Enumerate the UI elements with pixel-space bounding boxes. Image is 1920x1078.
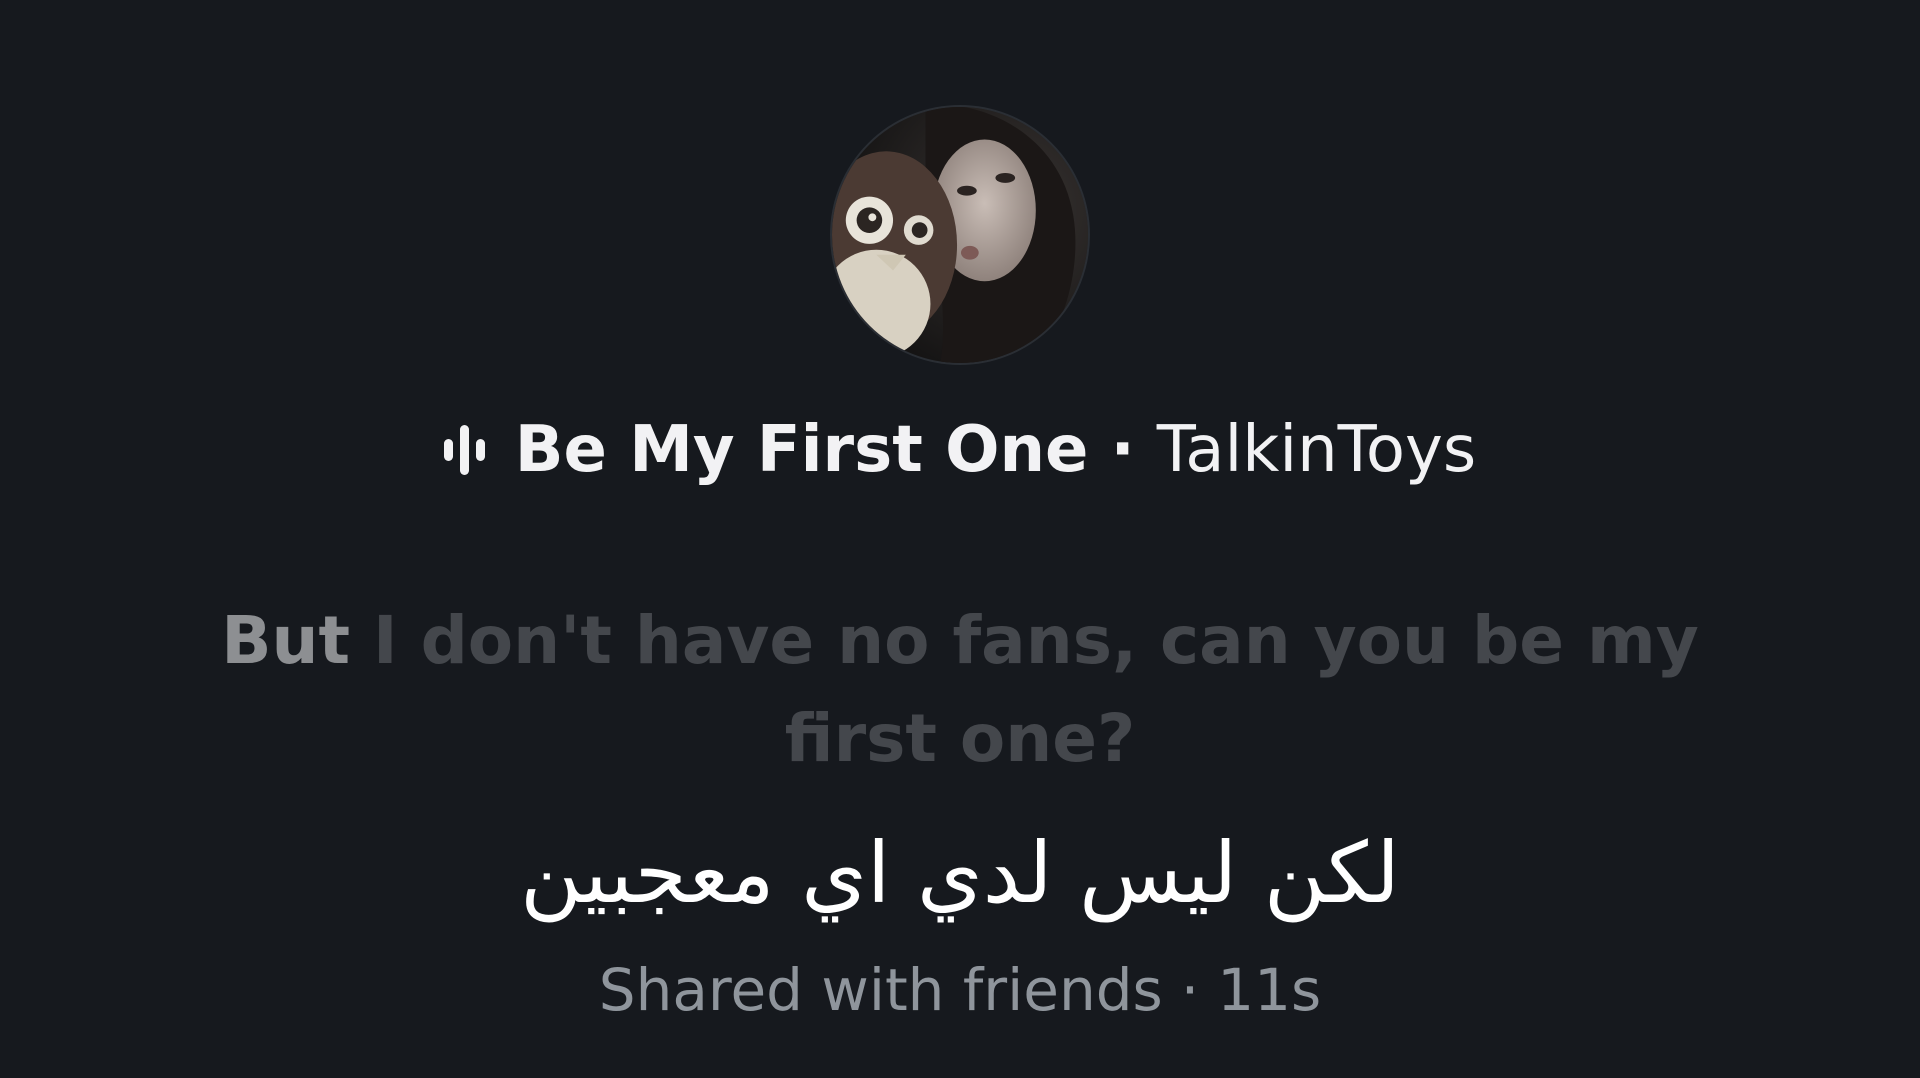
story-screen: Be My First One · TalkinToys But I don't… — [0, 0, 1920, 1078]
song-separator: · — [1110, 413, 1135, 487]
share-status: Shared with friends · 11s — [0, 950, 1920, 1030]
waveform-icon — [443, 422, 485, 478]
lyric-rest: I don't have no fans, can you be my firs… — [373, 602, 1699, 777]
lyric-active-word: But — [221, 602, 351, 679]
song-info[interactable]: Be My First One · TalkinToys — [0, 405, 1920, 495]
lyric-line: But I don't have no fans, can you be my … — [180, 592, 1740, 788]
audience-label: Shared with friends — [598, 956, 1163, 1024]
avatar[interactable] — [830, 105, 1090, 365]
time-ago: 11s — [1217, 956, 1322, 1024]
avatar-image — [832, 107, 1088, 363]
artist-name: TalkinToys — [1156, 413, 1477, 487]
footer-separator: · — [1180, 956, 1200, 1024]
translation-caption: لكن ليس لدي اي معجبين — [520, 824, 1400, 922]
song-title: Be My First One — [514, 413, 1089, 487]
